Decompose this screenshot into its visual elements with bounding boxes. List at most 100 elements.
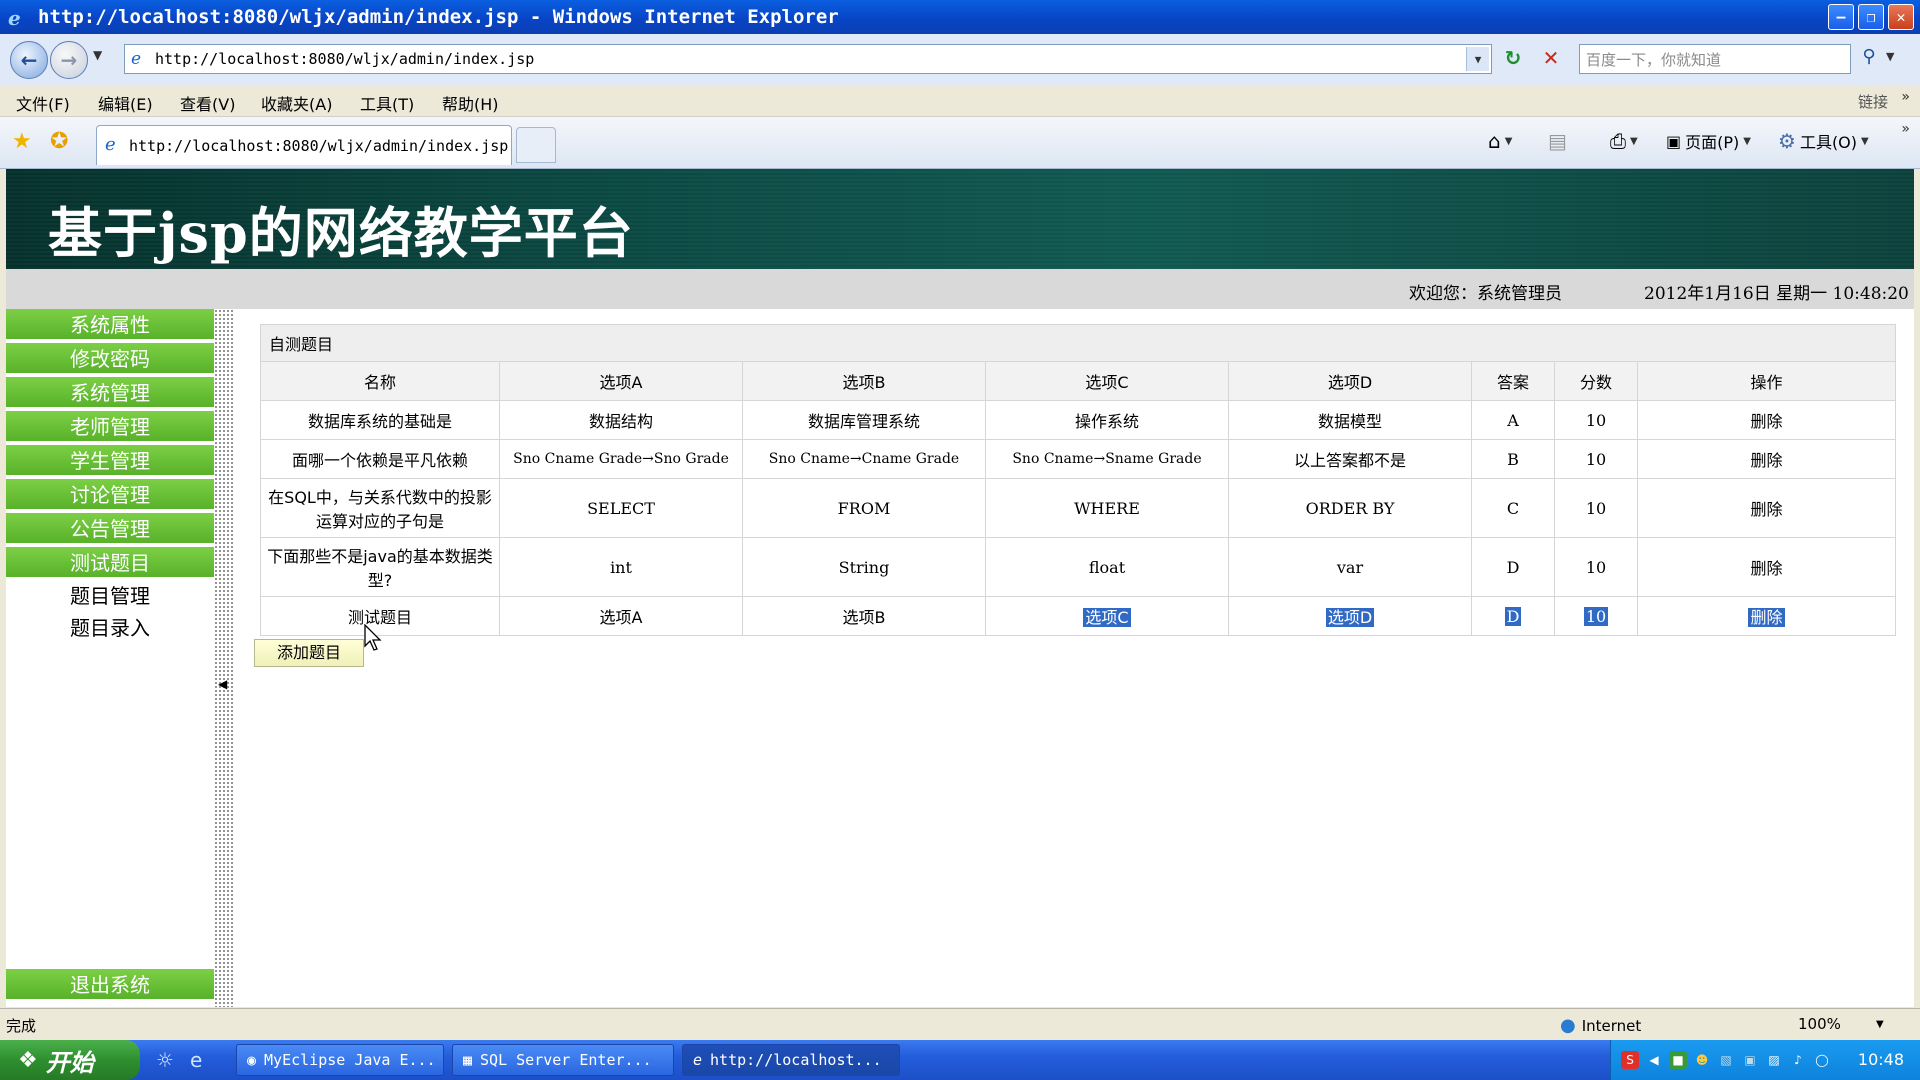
- refresh-icon[interactable]: ↻: [1500, 46, 1526, 72]
- task-internet-explorer[interactable]: e http://localhost...: [682, 1044, 900, 1076]
- table-row: 数据库系统的基础是 数据结构 数据库管理系统 操作系统 数据模型 A 10 删除: [260, 400, 1896, 440]
- new-tab-button[interactable]: [516, 127, 556, 163]
- tray-ime-icon[interactable]: ▨: [1765, 1051, 1783, 1069]
- zoom-level[interactable]: 100%: [1798, 1015, 1841, 1033]
- sidebar-item-student-management[interactable]: 学生管理: [6, 445, 214, 477]
- quicklaunch-ie-icon[interactable]: ☼: [156, 1048, 174, 1072]
- recent-pages-dropdown-icon[interactable]: ▼: [93, 48, 102, 62]
- address-bar[interactable]: e http://localhost:8080/wljx/admin/index…: [124, 44, 1492, 74]
- menu-tools[interactable]: 工具(T): [360, 91, 414, 115]
- sidebar-item-test-questions[interactable]: 测试题目: [6, 547, 214, 579]
- zone-label: Internet: [1581, 1016, 1642, 1035]
- restore-button[interactable]: ❐: [1858, 4, 1884, 30]
- collapse-sidebar-icon[interactable]: ◀: [218, 677, 227, 691]
- favorites-star-icon[interactable]: ★: [12, 129, 32, 154]
- cell-answer: B: [1471, 439, 1555, 479]
- back-arrow-icon: ←: [20, 48, 38, 72]
- column-header-action: 操作: [1637, 361, 1896, 401]
- cell-option-d: 数据模型: [1228, 400, 1472, 440]
- zoom-dropdown-icon[interactable]: ▼: [1876, 1019, 1884, 1030]
- menu-help[interactable]: 帮助(H): [442, 91, 499, 115]
- tray-app-icon[interactable]: ■: [1669, 1051, 1687, 1069]
- delete-link[interactable]: 删除: [1637, 478, 1896, 538]
- cell-score: 10: [1554, 537, 1638, 597]
- table-caption: 自测题目: [260, 324, 1896, 362]
- tray-network-icon[interactable]: ▧: [1717, 1051, 1735, 1069]
- menu-edit[interactable]: 编辑(E): [98, 91, 153, 115]
- sidebar-item-teacher-management[interactable]: 老师管理: [6, 411, 214, 443]
- frame-splitter[interactable]: [214, 309, 234, 1007]
- delete-link[interactable]: 删除: [1637, 439, 1896, 479]
- add-favorite-icon[interactable]: ✪: [50, 129, 68, 154]
- gear-icon: ⚙: [1778, 129, 1796, 153]
- minimize-button[interactable]: –: [1828, 4, 1854, 30]
- table-header-row: 名称 选项A 选项B 选项C 选项D 答案 分数 操作: [260, 361, 1896, 401]
- tray-monitor-icon[interactable]: ▣: [1741, 1051, 1759, 1069]
- tray-s-icon[interactable]: S: [1621, 1051, 1639, 1069]
- delete-link[interactable]: 删除: [1637, 400, 1896, 440]
- chevron-down-icon: ▼: [1630, 135, 1638, 147]
- cell-option-a: SELECT: [499, 478, 743, 538]
- site-title: 基于jsp的网络教学平台: [48, 201, 634, 265]
- home-icon: ⌂: [1488, 129, 1501, 153]
- sidebar-item-system-management[interactable]: 系统管理: [6, 377, 214, 409]
- menu-file[interactable]: 文件(F): [16, 91, 70, 115]
- back-button[interactable]: ←: [10, 41, 48, 79]
- sidebar-subitem-question-entry[interactable]: 题目录入: [6, 613, 214, 643]
- tab-current[interactable]: e http://localhost:8080/wljx/admin/index…: [96, 125, 512, 165]
- cell-answer: D: [1504, 606, 1522, 626]
- column-header-option-c: 选项C: [985, 361, 1229, 401]
- stop-icon[interactable]: ✕: [1538, 46, 1564, 72]
- links-toolbar[interactable]: 链接: [1858, 91, 1888, 112]
- search-icon[interactable]: ⚲: [1856, 46, 1882, 72]
- window-title-bar[interactable]: e http://localhost:8080/wljx/admin/index…: [0, 0, 1920, 34]
- address-dropdown-icon[interactable]: ▼: [1466, 47, 1489, 71]
- chevron-right-icon[interactable]: »: [1901, 121, 1910, 137]
- search-input[interactable]: 百度一下，你就知道: [1579, 44, 1851, 74]
- tray-shield-icon[interactable]: ◯: [1813, 1051, 1831, 1069]
- forward-button[interactable]: →: [50, 41, 88, 79]
- tray-volume-icon[interactable]: ♪: [1789, 1051, 1807, 1069]
- print-button[interactable]: ⎙ ▼: [1610, 129, 1638, 153]
- sidebar-subitem-question-management[interactable]: 题目管理: [6, 581, 214, 611]
- sidebar-item-notice-management[interactable]: 公告管理: [6, 513, 214, 545]
- security-zone[interactable]: ● Internet: [1560, 1015, 1641, 1036]
- home-button[interactable]: ⌂ ▼: [1488, 129, 1512, 153]
- quicklaunch-browser-icon[interactable]: e: [190, 1048, 202, 1072]
- tray-user-icon[interactable]: ☻: [1693, 1051, 1711, 1069]
- delete-link[interactable]: 删除: [1637, 537, 1896, 597]
- feeds-button[interactable]: ▤: [1548, 129, 1567, 153]
- sidebar-item-discussion-management[interactable]: 讨论管理: [6, 479, 214, 511]
- rss-feed-icon: ▤: [1548, 129, 1567, 153]
- chevron-down-icon: ▼: [1504, 135, 1513, 147]
- search-options-dropdown-icon[interactable]: ▼: [1886, 50, 1894, 63]
- close-button[interactable]: ✕: [1888, 4, 1914, 30]
- start-button[interactable]: ❖ 开始: [0, 1040, 140, 1080]
- task-label: http://localhost...: [710, 1051, 882, 1069]
- chevron-right-icon[interactable]: »: [1901, 89, 1910, 105]
- logout-button[interactable]: 退出系统: [6, 969, 214, 1001]
- tools-menu-button[interactable]: ⚙ 工具(O) ▼: [1778, 129, 1869, 153]
- sidebar-item-system-properties[interactable]: 系统属性: [6, 309, 214, 341]
- delete-link[interactable]: 删除: [1748, 608, 1785, 627]
- cell-name: 数据库系统的基础是: [260, 400, 500, 440]
- chevron-down-icon: ▼: [1743, 135, 1751, 147]
- cell-option-c: 操作系统: [985, 400, 1229, 440]
- cell-name: 在SQL中，与关系代数中的投影运算对应的子句是: [260, 478, 500, 538]
- taskbar-clock[interactable]: 10:48: [1858, 1050, 1904, 1069]
- add-question-button[interactable]: 添加题目: [254, 639, 364, 667]
- tray-arrow-icon[interactable]: ◀: [1645, 1051, 1663, 1069]
- cell-option-c: Sno Cname→Sname Grade: [985, 439, 1229, 479]
- page-icon: e: [105, 134, 116, 155]
- status-text: 完成: [6, 1017, 37, 1035]
- column-header-answer: 答案: [1471, 361, 1555, 401]
- page-menu-icon: ▣: [1666, 131, 1682, 151]
- menu-favorites[interactable]: 收藏夹(A): [261, 91, 332, 115]
- menu-view[interactable]: 查看(V): [180, 91, 235, 115]
- task-myeclipse[interactable]: ◉ MyEclipse Java E...: [236, 1044, 444, 1076]
- sidebar-item-change-password[interactable]: 修改密码: [6, 343, 214, 375]
- cell-score: 10: [1554, 439, 1638, 479]
- page-menu-button[interactable]: ▣ 页面(P) ▼: [1666, 129, 1751, 153]
- page-icon: e: [131, 49, 142, 69]
- task-sql-server[interactable]: ▦ SQL Server Enter...: [452, 1044, 674, 1076]
